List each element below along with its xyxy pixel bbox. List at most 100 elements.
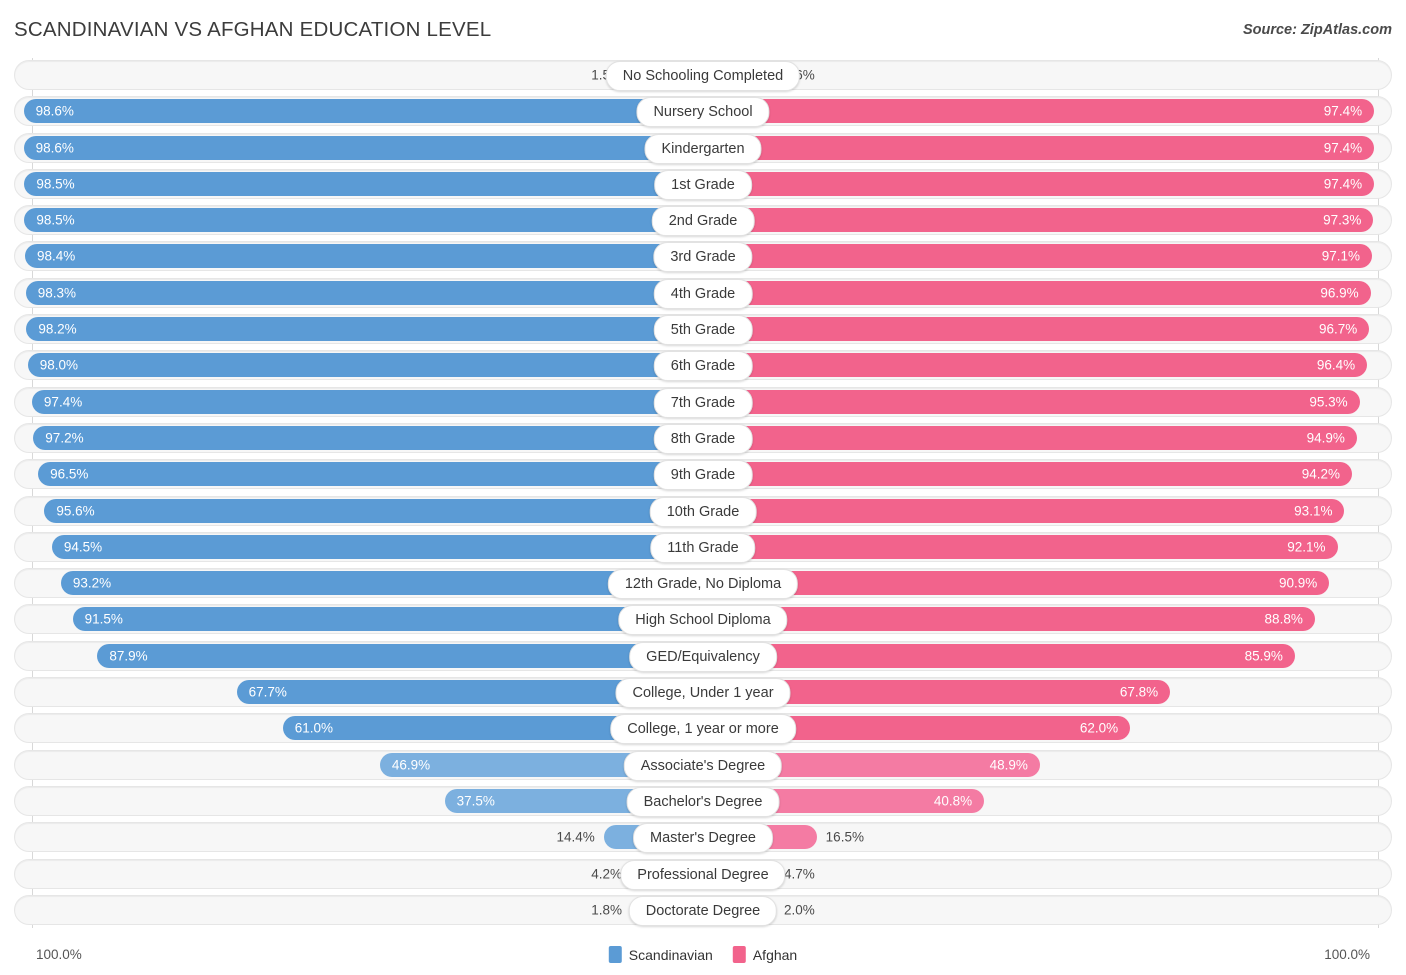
bar-value-label: 94.9% (1306, 430, 1345, 446)
bar-row: 94.5% 92.1% 11th Grade (0, 531, 1406, 563)
bar-value-label: 1.8% (591, 902, 622, 918)
category-label: No Schooling Completed (605, 61, 801, 91)
chart-legend: Scandinavian Afghan (608, 946, 798, 963)
category-label: 11th Grade (650, 532, 756, 563)
chart-footer: 100.0% Scandinavian Afghan 100.0% (0, 937, 1406, 975)
bar-value-label: 98.4% (37, 248, 76, 264)
bar-value-label: 2.0% (784, 902, 815, 918)
bar-scandinavian: 91.5% (72, 607, 703, 632)
bar-scandinavian: 95.6% (44, 498, 703, 523)
category-label: 6th Grade (653, 351, 753, 382)
bar-row: 98.2% 96.7% 5th Grade (0, 314, 1406, 346)
bar-value-label: 62.0% (1079, 720, 1119, 736)
bar-afghan: 94.2% (703, 462, 1353, 487)
bar-scandinavian: 98.6% (23, 99, 703, 124)
bar-value-label: 98.0% (39, 357, 79, 373)
bar-value-label: 4.2% (591, 865, 622, 881)
legend-item-afghan: Afghan (732, 946, 798, 963)
bar-row: 46.9% 48.9% Associate's Degree (0, 749, 1406, 781)
bar-value-label: 93.2% (72, 575, 112, 591)
bar-value-label: 67.7% (248, 684, 287, 700)
bar-value-label: 48.9% (989, 756, 1028, 772)
bar-row: 1.8% 2.0% Doctorate Degree (0, 894, 1406, 926)
bar-value-label: 97.4% (1323, 103, 1363, 119)
bar-scandinavian: 98.4% (25, 244, 703, 269)
bar-row: 96.5% 94.2% 9th Grade (0, 459, 1406, 491)
bar-row: 98.6% 97.4% Kindergarten (0, 132, 1406, 164)
legend-item-scandinavian: Scandinavian (608, 946, 713, 963)
bar-afghan: 97.3% (703, 208, 1374, 233)
bar-value-label: 98.3% (37, 285, 76, 301)
category-label: Doctorate Degree (628, 895, 778, 926)
category-label: 7th Grade (653, 387, 753, 418)
category-label: College, 1 year or more (610, 714, 796, 745)
bar-afghan: 97.4% (703, 99, 1375, 124)
bar-row: 97.2% 94.9% 8th Grade (0, 422, 1406, 454)
bar-value-label: 97.2% (45, 430, 84, 446)
category-label: 9th Grade (653, 460, 753, 491)
bar-value-label: 97.4% (43, 393, 83, 409)
axis-max-label: 100.0% (1324, 947, 1370, 962)
legend-swatch-icon (608, 946, 622, 963)
bar-row: 4.2% 4.7% Professional Degree (0, 858, 1406, 890)
bar-afghan: 96.7% (703, 317, 1370, 342)
bar-value-label: 61.0% (294, 720, 333, 736)
bar-value-label: 88.8% (1264, 611, 1303, 627)
bar-row: 37.5% 40.8% Bachelor's Degree (0, 785, 1406, 817)
bar-afghan: 96.4% (703, 353, 1368, 378)
bar-row: 98.3% 96.9% 4th Grade (0, 277, 1406, 309)
bar-scandinavian: 98.2% (26, 317, 703, 342)
category-label: Nursery School (636, 97, 770, 128)
bar-value-label: 92.1% (1287, 539, 1326, 555)
source-attribution: Source: ZipAtlas.com (1242, 22, 1392, 38)
bar-value-label: 98.5% (36, 212, 75, 228)
bar-value-label: 93.1% (1294, 502, 1333, 518)
category-label: Master's Degree (633, 823, 773, 854)
bar-value-label: 98.6% (35, 103, 74, 119)
bar-value-label: 97.4% (1323, 176, 1363, 192)
legend-label: Afghan (752, 946, 798, 963)
category-label: Bachelor's Degree (626, 786, 780, 817)
category-label: 12th Grade, No Diploma (607, 569, 799, 600)
bar-scandinavian: 98.3% (25, 280, 703, 305)
category-label: 10th Grade (649, 496, 757, 527)
bar-value-label: 94.2% (1301, 466, 1341, 482)
bar-scandinavian: 98.0% (27, 353, 703, 378)
legend-label: Scandinavian (628, 946, 713, 963)
bar-value-label: 96.9% (1320, 285, 1359, 301)
bar-value-label: 37.5% (456, 793, 495, 809)
category-label: College, Under 1 year (615, 678, 791, 709)
category-label: 5th Grade (653, 315, 753, 346)
bar-row: 14.4% 16.5% Master's Degree (0, 822, 1406, 854)
category-label: Professional Degree (620, 859, 786, 890)
bar-value-label: 40.8% (933, 793, 973, 809)
bar-scandinavian: 98.5% (24, 208, 703, 233)
category-label: GED/Equivalency (629, 641, 777, 672)
bar-afghan: 92.1% (703, 534, 1338, 559)
bar-afghan: 97.1% (703, 244, 1373, 269)
axis-min-label: 100.0% (36, 947, 82, 962)
chart-plot-area: 1.5%2.6%No Schooling Completed 98.6% 97.4%… (0, 58, 1406, 938)
bar-row: 93.2% 90.9% 12th Grade, No Diploma (0, 568, 1406, 600)
bar-value-label: 97.4% (1323, 139, 1363, 155)
bar-value-label: 90.9% (1279, 575, 1318, 591)
bar-scandinavian: 98.5% (24, 171, 703, 196)
bar-value-label: 98.5% (36, 176, 75, 192)
bar-row: 98.4% 97.1% 3rd Grade (0, 241, 1406, 273)
bar-scandinavian: 97.2% (33, 425, 703, 450)
bar-value-label: 96.7% (1318, 321, 1358, 337)
bar-value-label: 98.6% (35, 139, 74, 155)
bar-scandinavian: 98.6% (23, 135, 703, 160)
page-title: SCANDINAVIAN VS AFGHAN EDUCATION LEVEL (14, 18, 492, 41)
category-label: 4th Grade (653, 278, 753, 309)
bar-value-label: 85.9% (1244, 648, 1283, 663)
bar-row: 87.9% 85.9% GED/Equivalency (0, 640, 1406, 672)
bar-row: 61.0% 62.0% College, 1 year or more (0, 713, 1406, 745)
category-label: 1st Grade (654, 169, 752, 200)
bar-value-label: 67.8% (1119, 684, 1159, 700)
bar-value-label: 4.7% (784, 865, 815, 881)
bar-scandinavian: 93.2% (60, 571, 703, 596)
bar-scandinavian: 87.9% (97, 643, 703, 668)
bar-value-label: 14.4% (556, 829, 595, 845)
category-label: 2nd Grade (651, 206, 755, 237)
